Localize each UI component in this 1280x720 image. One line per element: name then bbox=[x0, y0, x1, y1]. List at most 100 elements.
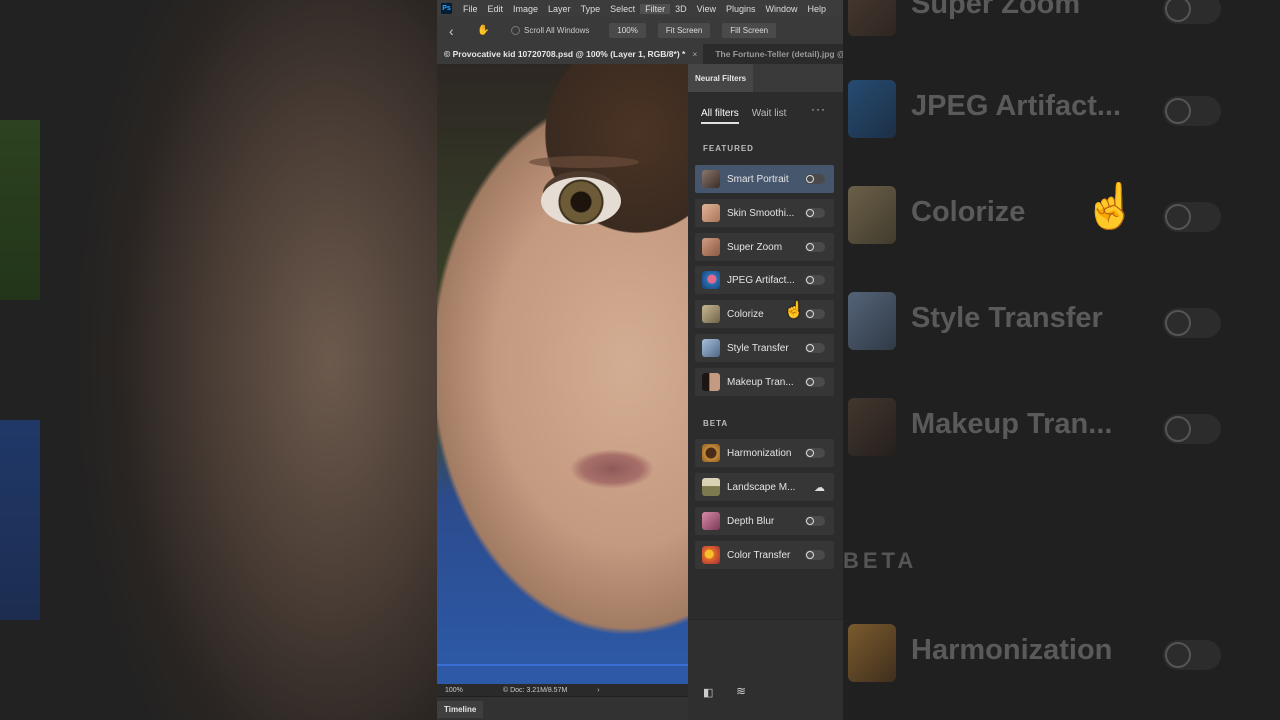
toggle-switch[interactable] bbox=[805, 208, 825, 218]
status-menu-arrow-icon[interactable]: › bbox=[597, 687, 599, 694]
blurred-background-left bbox=[0, 0, 437, 720]
filter-label: Harmonization bbox=[727, 447, 792, 459]
cloud-download-icon[interactable]: ☁ bbox=[814, 481, 825, 494]
bg-filter-row: Super Zoom bbox=[843, 0, 1280, 48]
menu-image[interactable]: Image bbox=[508, 4, 543, 14]
menu-help[interactable]: Help bbox=[803, 4, 832, 14]
toggle-switch[interactable] bbox=[805, 377, 825, 387]
filter-makeup-transfer[interactable]: Makeup Tran... bbox=[695, 368, 834, 396]
filter-label: Depth Blur bbox=[727, 515, 775, 527]
eyebrow bbox=[529, 156, 639, 168]
fill-screen-button[interactable]: Fill Screen bbox=[722, 23, 777, 38]
filter-smart-portrait[interactable]: Smart Portrait bbox=[695, 165, 834, 193]
colorize-thumbnail bbox=[702, 305, 720, 323]
menu-plugins[interactable]: Plugins bbox=[721, 4, 761, 14]
bg-filter-thumbnail bbox=[848, 0, 896, 36]
menu-window[interactable]: Window bbox=[761, 4, 803, 14]
smart-portrait-thumbnail bbox=[702, 170, 720, 188]
toggle-switch[interactable] bbox=[805, 550, 825, 560]
photoshop-logo-icon: Ps bbox=[441, 3, 452, 14]
filter-landscape-mixer[interactable]: Landscape M... ☁ bbox=[695, 473, 834, 501]
toggle-switch[interactable] bbox=[805, 242, 825, 252]
eye bbox=[541, 177, 621, 225]
timeline-panel: Timeline bbox=[437, 696, 688, 720]
filter-skin-smoothing[interactable]: Skin Smoothi... bbox=[695, 199, 834, 227]
super-zoom-thumbnail bbox=[702, 238, 720, 256]
status-bar: 100% © Doc: 3.21M/8.57M › bbox=[437, 684, 688, 696]
status-zoom[interactable]: 100% bbox=[445, 687, 485, 694]
menu-filter[interactable]: Filter bbox=[640, 3, 671, 14]
document-tab-second[interactable]: The Fortune-Teller (detail).jpg @ 85 bbox=[703, 49, 843, 59]
toggle-switch[interactable] bbox=[805, 516, 825, 526]
tab-wait-list[interactable]: Wait list bbox=[752, 108, 787, 124]
color-transfer-thumbnail bbox=[702, 546, 720, 564]
bg-filter-label: Super Zoom bbox=[911, 0, 1081, 20]
filter-color-transfer[interactable]: Color Transfer bbox=[695, 541, 834, 569]
menu-select[interactable]: Select bbox=[605, 4, 640, 14]
canvas[interactable] bbox=[437, 64, 688, 684]
menu-layer[interactable]: Layer bbox=[543, 4, 576, 14]
more-options-icon[interactable]: ··· bbox=[811, 102, 826, 116]
bg-filter-row: Colorize bbox=[843, 176, 1280, 256]
toggle-switch[interactable] bbox=[805, 309, 825, 319]
neural-filters-footer: ◧ ≋ bbox=[688, 619, 843, 720]
jpeg-artifacts-thumbnail bbox=[702, 271, 720, 289]
filter-label: Smart Portrait bbox=[727, 173, 789, 185]
skin-smoothing-thumbnail bbox=[702, 204, 720, 222]
scroll-all-windows-label: Scroll All Windows bbox=[524, 26, 590, 35]
toggle-switch[interactable] bbox=[805, 448, 825, 458]
toggle-switch[interactable] bbox=[805, 174, 825, 184]
canvas-guide-line bbox=[437, 664, 688, 666]
toggle-switch[interactable] bbox=[805, 275, 825, 285]
fit-screen-button[interactable]: Fit Screen bbox=[657, 23, 711, 38]
filter-label: Super Zoom bbox=[727, 241, 783, 253]
tab-all-filters[interactable]: All filters bbox=[701, 108, 739, 124]
makeup-transfer-thumbnail bbox=[702, 373, 720, 391]
background-foliage bbox=[0, 120, 40, 300]
bg-section-heading: BETA bbox=[843, 548, 918, 573]
neural-filters-title: Neural Filters bbox=[688, 64, 754, 92]
landscape-mixer-thumbnail bbox=[702, 478, 720, 496]
bg-filter-label: Makeup Tran... bbox=[911, 408, 1113, 440]
zoom-100-button[interactable]: 100% bbox=[609, 23, 646, 38]
menu-file[interactable]: File bbox=[458, 4, 483, 14]
filter-super-zoom[interactable]: Super Zoom bbox=[695, 233, 834, 261]
document-tab-title: © Provocative kid 10720708.psd @ 100% (L… bbox=[444, 49, 686, 59]
bg-hand-cursor-icon: ☝ bbox=[1083, 182, 1138, 231]
filter-style-transfer[interactable]: Style Transfer bbox=[695, 334, 834, 362]
bg-filter-thumbnail bbox=[848, 398, 896, 456]
hand-pointer-cursor-icon: ☝ bbox=[784, 302, 804, 319]
timeline-tab[interactable]: Timeline bbox=[437, 700, 484, 718]
filter-jpeg-artifacts[interactable]: JPEG Artifact... bbox=[695, 266, 834, 294]
toggle-switch[interactable] bbox=[805, 343, 825, 353]
filter-label: Color Transfer bbox=[727, 549, 791, 561]
scroll-all-windows-checkbox[interactable]: Scroll All Windows bbox=[511, 26, 589, 35]
bg-filter-row: JPEG Artifact... bbox=[843, 70, 1280, 150]
menu-type[interactable]: Type bbox=[576, 4, 606, 14]
background-blue-shirt bbox=[0, 420, 40, 620]
close-tab-icon[interactable]: × bbox=[692, 49, 697, 59]
filter-label: Makeup Tran... bbox=[727, 376, 794, 388]
options-bar: ‹ ✋ Scroll All Windows 100% Fit Screen F… bbox=[437, 17, 843, 44]
hand-tool-icon[interactable]: ✋ bbox=[477, 25, 493, 36]
filter-colorize[interactable]: Colorize bbox=[695, 300, 834, 328]
filter-depth-blur[interactable]: Depth Blur bbox=[695, 507, 834, 535]
filter-label: Landscape M... bbox=[727, 481, 796, 493]
filter-label: Skin Smoothi... bbox=[727, 207, 795, 219]
neural-filters-header: Neural Filters bbox=[688, 64, 843, 92]
document-tab-active[interactable]: © Provocative kid 10720708.psd @ 100% (L… bbox=[437, 44, 704, 64]
back-arrow-icon[interactable]: ‹ bbox=[449, 23, 467, 39]
filter-harmonization[interactable]: Harmonization bbox=[695, 439, 834, 467]
menu-view[interactable]: View bbox=[692, 4, 721, 14]
compare-icon[interactable]: ◧ bbox=[703, 686, 713, 699]
bg-filter-label: JPEG Artifact... bbox=[911, 90, 1122, 122]
bg-filter-thumbnail bbox=[848, 186, 896, 244]
menu-3d[interactable]: 3D bbox=[670, 4, 692, 14]
layers-output-icon[interactable]: ≋ bbox=[736, 684, 746, 698]
bg-toggle bbox=[1163, 0, 1221, 24]
neural-filters-panel: Neural Filters All filters Wait list ···… bbox=[688, 64, 843, 720]
menu-edit[interactable]: Edit bbox=[483, 4, 509, 14]
bg-toggle bbox=[1163, 414, 1221, 444]
bg-filter-row: Makeup Tran... bbox=[843, 388, 1280, 468]
bg-filter-row: Harmonization bbox=[843, 614, 1280, 694]
